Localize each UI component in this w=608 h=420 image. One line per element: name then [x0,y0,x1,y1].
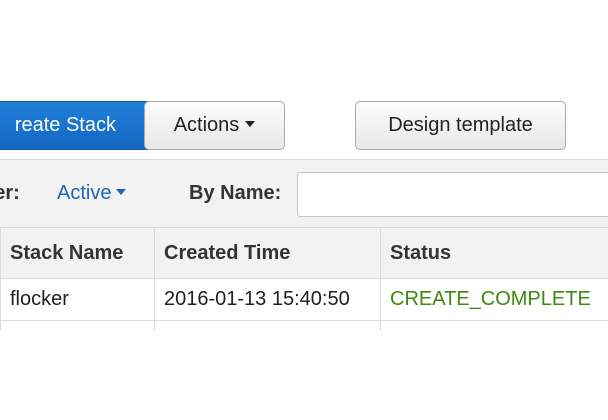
cell-created-time: 2016-01-13 15:40:50 [154,278,381,321]
table-header-row: Stack Name Created Time Status [0,227,608,279]
column-header-status[interactable]: Status [380,227,608,279]
filter-label: lter: [0,182,20,204]
column-header-stack-name[interactable]: Stack Name [0,227,155,279]
stacks-table: Stack Name Created Time Status flocker 2… [0,227,608,331]
by-name-input[interactable] [297,172,608,217]
empty-cell [154,320,381,331]
create-stack-button[interactable]: reate Stack [0,101,165,150]
column-header-created-time[interactable]: Created Time [154,227,381,279]
table-row-partial [0,320,608,331]
empty-cell [380,320,608,331]
empty-cell [0,320,155,331]
design-template-button[interactable]: Design template [355,101,566,150]
actions-label: Actions [173,114,240,136]
create-stack-label: reate Stack [14,114,116,136]
by-name-label: By Name: [189,182,282,204]
actions-dropdown-button[interactable]: Actions [144,101,285,150]
cell-stack-name[interactable]: flocker [0,278,155,321]
cell-status: CREATE_COMPLETE [380,278,608,321]
table-row[interactable]: flocker 2016-01-13 15:40:50 CREATE_COMPL… [0,278,608,321]
cloudformation-stacks-page: reate Stack Actions Design template lter… [0,0,608,420]
caret-down-icon [116,189,127,196]
filter-dropdown[interactable]: Active [57,182,127,205]
design-template-label: Design template [388,114,533,136]
filter-value: Active [57,182,112,204]
caret-down-icon [245,121,256,128]
filter-bar: lter: Active By Name: [0,159,608,227]
